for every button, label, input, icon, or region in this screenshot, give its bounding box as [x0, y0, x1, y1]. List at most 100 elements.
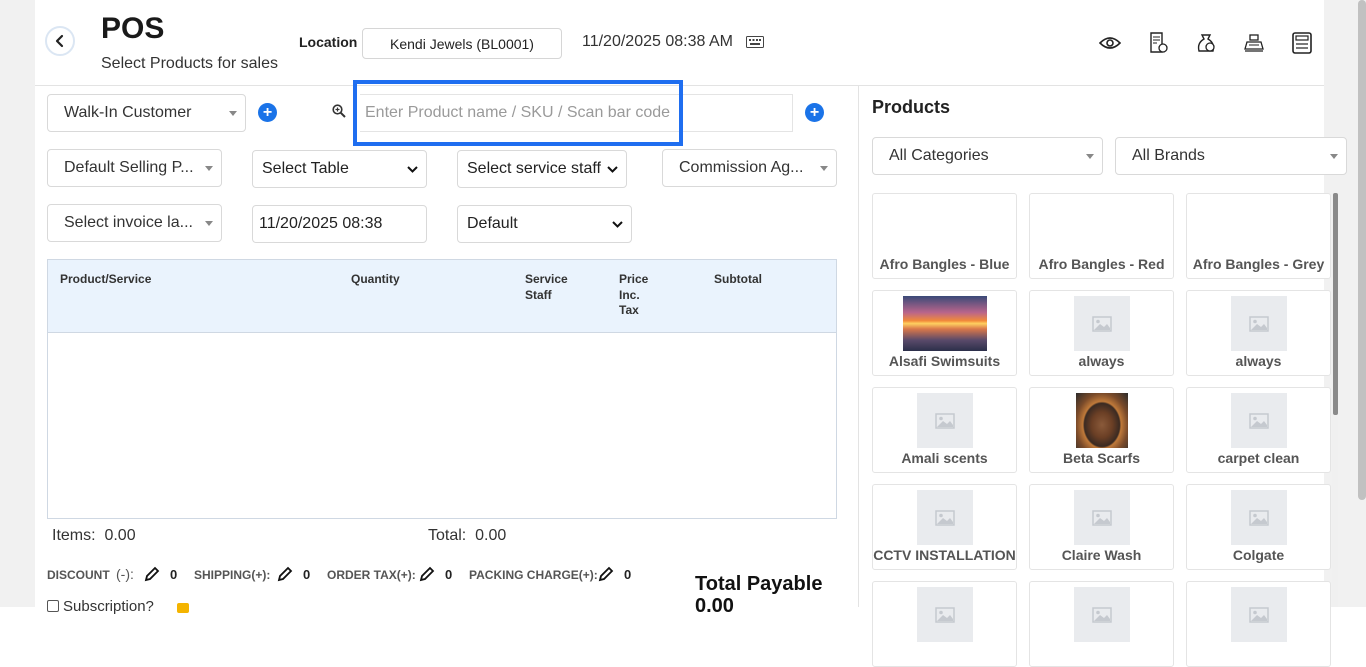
image-placeholder-icon [1231, 296, 1287, 351]
column-price-line3: Tax [619, 303, 639, 317]
commission-agent-value: Commission Ag... [679, 159, 804, 176]
product-card[interactable]: carpet clean [1186, 387, 1331, 473]
image-placeholder-icon [1074, 587, 1130, 642]
invoice-scheme-value: Default [467, 215, 518, 232]
cash-register-icon[interactable] [1241, 30, 1267, 56]
discount-label: DISCOUNT [47, 568, 110, 582]
location-select[interactable]: Kendi Jewels (BL0001) [362, 28, 562, 59]
discount-sign: (-): [116, 566, 134, 582]
edit-order-tax-icon[interactable] [419, 566, 435, 582]
table-select[interactable]: Select Table [252, 150, 427, 188]
invoice-scheme-select[interactable]: Default [457, 205, 632, 243]
add-product-button[interactable]: + [805, 103, 824, 122]
product-card[interactable]: Afro Bangles - Red [1029, 193, 1174, 279]
selling-price-group-select[interactable]: Default Selling P... [47, 149, 222, 187]
location-label: Location [299, 34, 358, 50]
back-button[interactable] [45, 26, 75, 56]
table-select-value: Select Table [262, 160, 349, 177]
column-quantity: Quantity [351, 272, 400, 286]
current-datetime: 11/20/2025 08:38 AM [582, 33, 733, 50]
edit-shipping-icon[interactable] [277, 566, 293, 582]
invoice-layout-select[interactable]: Select invoice la... [47, 204, 222, 242]
total-amount: Total: 0.00 [428, 527, 506, 545]
product-name: Afro Bangles - Red [1038, 256, 1165, 272]
left-gutter [0, 0, 35, 607]
commission-agent-select[interactable]: Commission Ag... [662, 149, 837, 187]
product-card[interactable]: Colgate [1186, 484, 1331, 570]
total-value: 0.00 [475, 527, 507, 544]
zoom-in-icon[interactable] [332, 104, 346, 118]
product-card[interactable]: Claire Wash [1029, 484, 1174, 570]
product-name: Beta Scarfs [1062, 450, 1141, 466]
image-placeholder-icon [917, 393, 973, 448]
column-service-staff-line1: Service [525, 272, 568, 286]
page-subtitle: Select Products for sales [101, 55, 278, 72]
page-title: POS [101, 12, 165, 45]
column-product: Product/Service [60, 272, 152, 286]
page-scrollbar[interactable] [1358, 0, 1366, 500]
table-header: Product/Service Quantity Service Staff P… [48, 260, 836, 333]
column-service-staff-line2: Staff [525, 287, 552, 302]
product-card[interactable] [1186, 581, 1331, 667]
shipping-value: 0 [303, 567, 311, 582]
subscription-checkbox[interactable] [47, 600, 59, 612]
column-service-staff: Service Staff [525, 272, 568, 303]
product-card[interactable]: always [1029, 290, 1174, 376]
product-card[interactable] [1029, 581, 1174, 667]
keyboard-icon[interactable] [746, 36, 764, 48]
receipt-icon[interactable] [1145, 30, 1171, 56]
product-card[interactable] [872, 581, 1017, 667]
transaction-date-input[interactable]: 11/20/2025 08:38 [252, 205, 427, 243]
discount-value: 0 [170, 567, 178, 582]
customer-select-value: Walk-In Customer [64, 104, 192, 121]
product-card[interactable]: Afro Bangles - Grey [1186, 193, 1331, 279]
brand-filter[interactable]: All Brands [1115, 137, 1347, 175]
chevron-left-icon [55, 34, 64, 48]
product-photo [1076, 393, 1128, 448]
image-placeholder-icon [917, 490, 973, 545]
product-card[interactable]: Afro Bangles - Blue [872, 193, 1017, 279]
shipping-label: SHIPPING(+): [194, 568, 271, 582]
product-name: carpet clean [1217, 450, 1300, 466]
category-filter-value: All Categories [889, 147, 989, 164]
caret-down-icon [820, 166, 828, 171]
image-placeholder-icon [1231, 490, 1287, 545]
column-price-line1: Price [619, 272, 649, 286]
chevron-down-icon [612, 221, 623, 228]
plus-icon: + [262, 103, 273, 121]
product-card[interactable]: CCTV INSTALLATION [872, 484, 1017, 570]
order-tax-label: ORDER TAX(+): [327, 568, 416, 582]
total-label: Total: [428, 527, 467, 544]
edit-discount-icon[interactable] [144, 566, 160, 582]
image-placeholder-icon [1231, 393, 1287, 448]
add-customer-button[interactable]: + [258, 103, 277, 122]
caret-down-icon [229, 111, 237, 116]
items-value: 0.00 [104, 527, 136, 544]
product-name: CCTV INSTALLATION [873, 547, 1016, 563]
product-name: Claire Wash [1061, 547, 1142, 563]
caret-down-icon [205, 166, 213, 171]
eye-icon[interactable] [1097, 30, 1123, 56]
image-placeholder-icon [1074, 490, 1130, 545]
product-name: Alsafi Swimsuits [888, 353, 1001, 369]
product-grid-scrollbar[interactable] [1333, 193, 1338, 415]
total-payable-label: Total Payable [695, 573, 823, 595]
info-icon[interactable] [177, 603, 189, 613]
customer-select[interactable]: Walk-In Customer [47, 94, 246, 132]
product-name: Colgate [1232, 547, 1285, 563]
product-card[interactable]: Alsafi Swimsuits [872, 290, 1017, 376]
image-placeholder-icon [1231, 587, 1287, 642]
product-card[interactable]: Amali scents [872, 387, 1017, 473]
service-staff-select[interactable]: Select service staff [457, 150, 627, 188]
pos-app: POS Select Products for sales Location K… [35, 0, 1347, 667]
header: POS Select Products for sales Location K… [35, 0, 1324, 86]
packing-charge-label: PACKING CHARGE(+): [469, 568, 598, 582]
edit-packing-charge-icon[interactable] [598, 566, 614, 582]
category-filter[interactable]: All Categories [872, 137, 1103, 175]
product-card[interactable]: Beta Scarfs [1029, 387, 1174, 473]
chevron-down-icon [407, 166, 418, 173]
plus-icon: + [809, 103, 820, 121]
product-card[interactable]: always [1186, 290, 1331, 376]
calculator-icon[interactable] [1289, 30, 1315, 56]
money-bag-icon[interactable] [1193, 30, 1219, 56]
